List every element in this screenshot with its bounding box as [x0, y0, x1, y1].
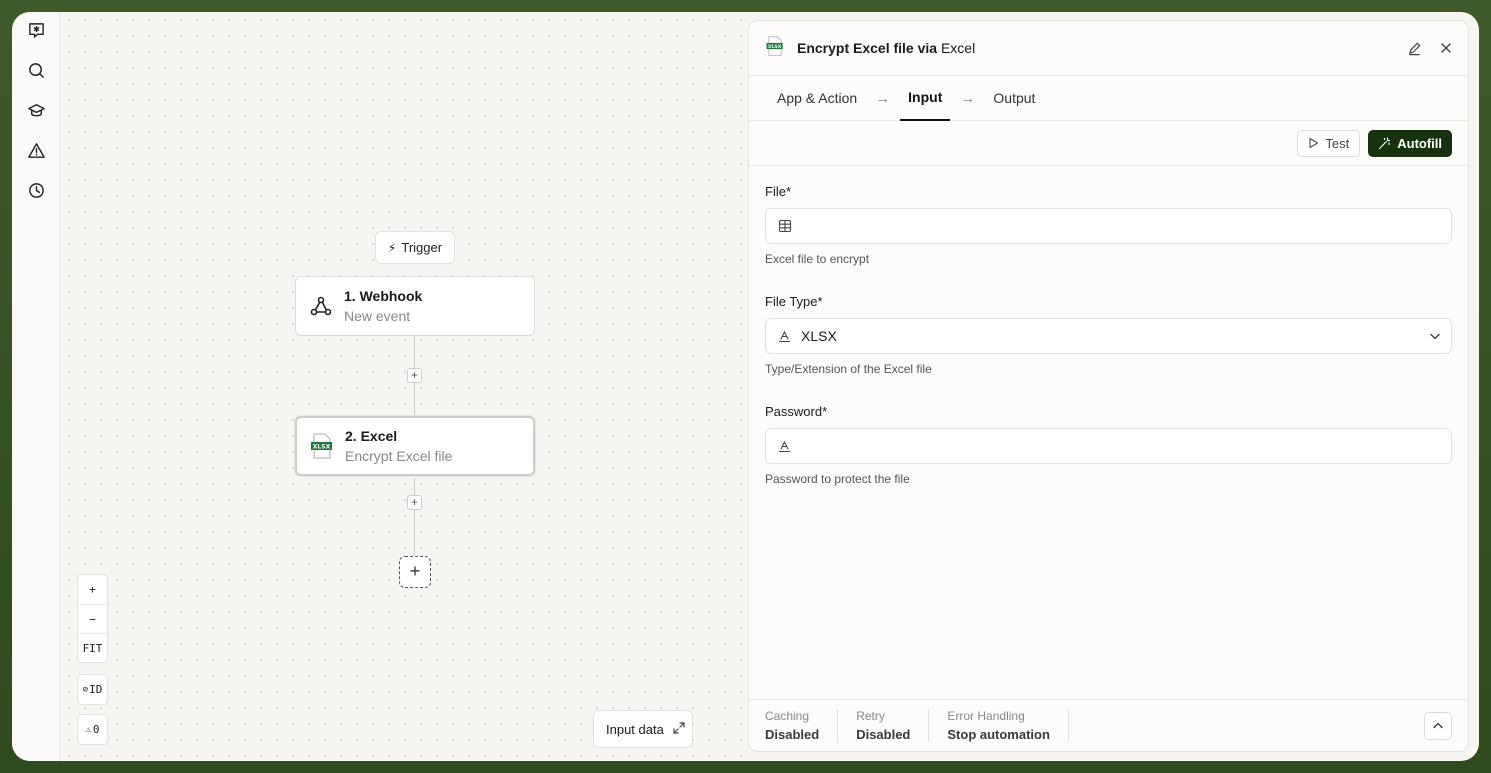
node-subtitle: New event: [344, 308, 411, 324]
input-data-label: Input data: [606, 721, 664, 737]
node-subtitle: Encrypt Excel file: [345, 448, 453, 464]
close-icon[interactable]: [1440, 42, 1452, 54]
file-input[interactable]: [765, 208, 1452, 244]
chevron-down-icon: [1430, 333, 1440, 340]
text-type-icon: [778, 330, 791, 342]
retry-label: Retry: [856, 709, 885, 723]
tab-input[interactable]: Input: [900, 76, 951, 121]
test-label: Test: [1325, 135, 1350, 151]
error-handling-value: Stop automation: [947, 727, 1050, 742]
caching-value: Disabled: [765, 727, 820, 742]
node-title: 1. Webhook: [344, 288, 423, 304]
fit-button[interactable]: FIT: [78, 633, 107, 662]
arrow-right-icon: →: [875, 89, 891, 107]
webhook-node[interactable]: 1. Webhook New event: [295, 276, 535, 336]
excel-file-icon: XLSX: [309, 433, 335, 459]
step-config-panel: XLSX Encrypt Excel file via Excel App & …: [748, 20, 1469, 752]
password-label: Password*: [765, 404, 828, 419]
left-rail: [12, 12, 60, 761]
trigger-label: Trigger: [401, 240, 443, 255]
add-step-button[interactable]: +: [407, 495, 422, 510]
node-title: 2. Excel: [345, 428, 398, 444]
file-help: Excel file to encrypt: [765, 252, 870, 266]
tab-app-action[interactable]: App & Action: [769, 76, 865, 121]
warnings-count: 0: [92, 723, 100, 736]
panel-toolbar: Test Autofill: [749, 121, 1468, 166]
expand-footer-button[interactable]: [1424, 711, 1452, 740]
file-type-help: Type/Extension of the Excel file: [765, 362, 932, 376]
history-icon[interactable]: [24, 178, 48, 202]
file-type-select[interactable]: XLSX: [765, 318, 1452, 354]
eye-off-icon: ⊘: [82, 684, 89, 695]
error-handling-setting[interactable]: Error Handling Stop automation: [947, 709, 1069, 742]
trigger-pill[interactable]: ⚡︎ Trigger: [375, 231, 455, 264]
zoom-in-button[interactable]: +: [78, 575, 107, 604]
retry-value: Disabled: [856, 727, 911, 742]
file-field-label: File*: [765, 184, 792, 199]
table-icon: [778, 219, 792, 233]
magic-wand-icon: [1379, 136, 1391, 149]
svg-text:XLSX: XLSX: [313, 443, 331, 450]
warnings-button[interactable]: ⚠ 0: [78, 715, 107, 744]
id-toggle-label: ID: [89, 683, 103, 696]
file-type-value: XLSX: [801, 328, 837, 344]
workflow-canvas[interactable]: ⚡︎ Trigger 1. Webhook New event + XLSX 2…: [61, 12, 747, 761]
chevron-up-icon: [1433, 722, 1443, 728]
autofill-label: Autofill: [1397, 135, 1442, 151]
arrow-right-icon: →: [960, 89, 976, 107]
logo-icon[interactable]: [24, 18, 48, 42]
id-toggle-box: ⊘ ID: [77, 674, 108, 705]
file-type-label: File Type*: [765, 294, 823, 309]
expand-icon: [672, 721, 686, 738]
play-icon: [1309, 137, 1319, 149]
excel-node[interactable]: XLSX 2. Excel Encrypt Excel file: [295, 416, 535, 476]
warning-icon[interactable]: [24, 138, 48, 162]
caching-label: Caching: [765, 709, 810, 723]
add-final-step-button[interactable]: +: [399, 556, 431, 588]
caching-setting[interactable]: Caching Disabled: [765, 709, 839, 742]
password-help: Password to protect the file: [765, 472, 910, 486]
warning-small-icon: ⚠: [85, 724, 91, 735]
panel-title: Encrypt Excel file via Excel: [797, 40, 976, 56]
connector-line: [414, 478, 415, 556]
input-form: File* Excel file to encrypt File Type* X…: [749, 184, 1468, 486]
tab-output[interactable]: Output: [985, 76, 1043, 121]
password-input[interactable]: [765, 428, 1452, 464]
graduation-cap-icon[interactable]: [24, 98, 48, 122]
app-window: ⚡︎ Trigger 1. Webhook New event + XLSX 2…: [12, 12, 1479, 761]
warnings-box: ⚠ 0: [77, 714, 108, 745]
input-data-button[interactable]: Input data: [593, 710, 693, 748]
id-toggle-button[interactable]: ⊘ ID: [78, 675, 107, 704]
error-handling-label: Error Handling: [947, 709, 1025, 723]
panel-tabs: App & Action → Input → Output: [749, 76, 1468, 121]
panel-footer: Caching Disabled Retry Disabled Error Ha…: [749, 699, 1468, 751]
autofill-button[interactable]: Autofill: [1368, 129, 1452, 157]
zoom-out-button[interactable]: −: [78, 604, 107, 633]
webhook-icon: [308, 293, 334, 319]
edit-icon[interactable]: [1407, 41, 1422, 56]
panel-header: XLSX Encrypt Excel file via Excel: [749, 21, 1468, 76]
text-type-icon: [778, 440, 791, 452]
zoom-controls: + − FIT: [77, 574, 108, 663]
test-button[interactable]: Test: [1297, 129, 1361, 157]
excel-app-icon: XLSX: [765, 35, 785, 61]
lightning-icon: ⚡︎: [387, 240, 397, 255]
add-step-button[interactable]: +: [407, 368, 422, 383]
retry-setting[interactable]: Retry Disabled: [856, 709, 930, 742]
svg-text:XLSX: XLSX: [768, 43, 782, 49]
search-icon[interactable]: [24, 58, 48, 82]
